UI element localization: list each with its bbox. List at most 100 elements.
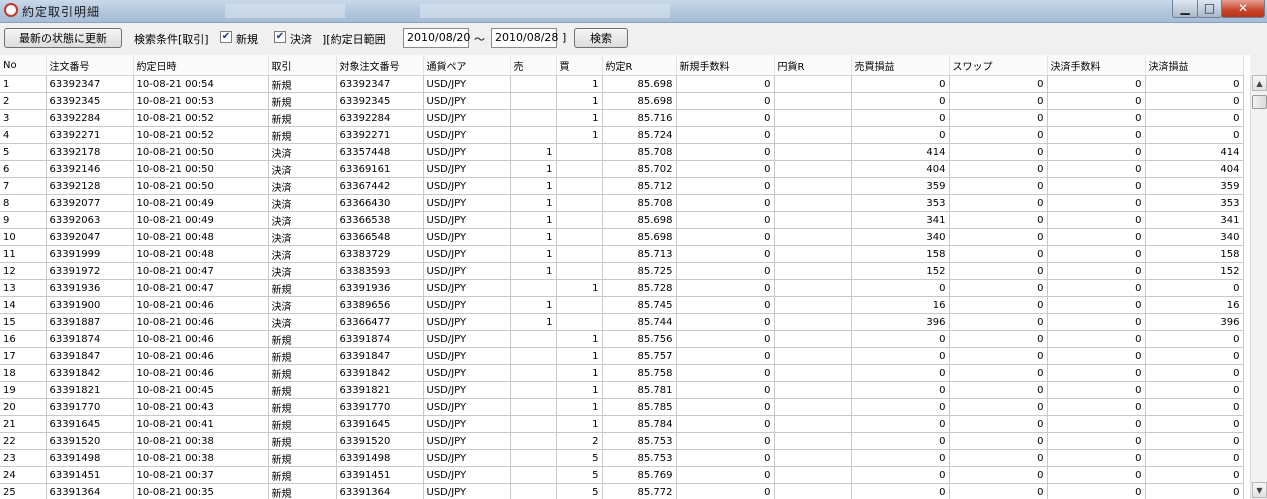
table-row[interactable]: 6 63392146 10-08-21 00:50 決済 63369161 USD/JPY… bbox=[0, 160, 1244, 178]
column-header-buy[interactable]: 買 bbox=[556, 55, 603, 76]
scroll-down-arrow-icon[interactable]: ▼ bbox=[1252, 482, 1267, 498]
table-row[interactable]: 9 63392063 10-08-21 00:49 決済 63366538 USD/JPY… bbox=[0, 211, 1244, 229]
cell-buy bbox=[556, 160, 603, 178]
date-range-label: ][約定日範囲 bbox=[322, 33, 386, 46]
date-to-field[interactable]: 2010/08/28 bbox=[491, 28, 558, 48]
cell-trading-pl: 152 bbox=[851, 262, 950, 280]
table-row[interactable]: 19 63391821 10-08-21 00:45 新規 63391821 USD/JP… bbox=[0, 381, 1244, 399]
vertical-scrollbar[interactable]: ▲ ▼ bbox=[1250, 75, 1267, 499]
table-row[interactable]: 17 63391847 10-08-21 00:46 新規 63391847 USD/JP… bbox=[0, 347, 1244, 365]
table-row[interactable]: 10 63392047 10-08-21 00:48 決済 63366548 USD/JP… bbox=[0, 228, 1244, 246]
cell-exec-time: 10-08-21 00:54 bbox=[133, 75, 269, 93]
table-row[interactable]: 25 63391364 10-08-21 00:35 新規 63391364 USD/JP… bbox=[0, 483, 1244, 499]
cell-buy bbox=[556, 228, 603, 246]
cell-sell: 1 bbox=[510, 143, 557, 161]
cell-order-no: 63391821 bbox=[46, 381, 134, 399]
table-row[interactable]: 11 63391999 10-08-21 00:48 決済 63383729 USD/JP… bbox=[0, 245, 1244, 263]
table-row[interactable]: 7 63392128 10-08-21 00:50 決済 63367442 USD/JPY… bbox=[0, 177, 1244, 195]
table-row[interactable]: 12 63391972 10-08-21 00:47 決済 63383593 USD/JP… bbox=[0, 262, 1244, 280]
cell-trading-pl: 0 bbox=[851, 109, 950, 127]
cell-exec-time: 10-08-21 00:49 bbox=[133, 211, 269, 229]
range-close-bracket: ] bbox=[562, 31, 567, 44]
cell-buy: 1 bbox=[556, 398, 603, 416]
cell-settle-fee: 0 bbox=[1047, 330, 1146, 348]
cell-jpy-rate bbox=[774, 211, 852, 229]
search-button[interactable]: 検索 bbox=[574, 28, 628, 48]
cell-swap: 0 bbox=[949, 449, 1048, 467]
table-row[interactable]: 23 63391498 10-08-21 00:38 新規 63391498 USD/JP… bbox=[0, 449, 1244, 467]
cell-exec-rate: 85.769 bbox=[602, 466, 677, 484]
cell-target-order-no: 63391821 bbox=[336, 381, 424, 399]
cell-trade-type: 新規 bbox=[268, 92, 337, 110]
table-row[interactable]: 16 63391874 10-08-21 00:46 新規 63391874 USD/JP… bbox=[0, 330, 1244, 348]
cell-exec-rate: 85.702 bbox=[602, 160, 677, 178]
table-row[interactable]: 5 63392178 10-08-21 00:50 決済 63357448 USD/JPY… bbox=[0, 143, 1244, 161]
cell-swap: 0 bbox=[949, 245, 1048, 263]
table-row[interactable]: 20 63391770 10-08-21 00:43 新規 63391770 USD/JP… bbox=[0, 398, 1244, 416]
cell-currency-pair: USD/JPY bbox=[423, 126, 511, 144]
table-row[interactable]: 21 63391645 10-08-21 00:41 新規 63391645 USD/JP… bbox=[0, 415, 1244, 433]
table-row[interactable]: 3 63392284 10-08-21 00:52 新規 63392284 USD/JPY… bbox=[0, 109, 1244, 127]
scroll-thumb[interactable] bbox=[1252, 95, 1267, 109]
cell-order-no: 63392271 bbox=[46, 126, 134, 144]
cell-currency-pair: USD/JPY bbox=[423, 415, 511, 433]
column-header-exec-rate[interactable]: 約定R bbox=[602, 55, 677, 76]
column-header-settle-fee[interactable]: 決済手数料 bbox=[1047, 55, 1146, 76]
column-header-currency-pair[interactable]: 通貨ペア bbox=[423, 55, 511, 76]
trade-table-container[interactable]: No 注文番号 約定日時 取引 対象注文番号 通貨ペア売買約定R 新規手数料 円貨R 売買損益ス… bbox=[0, 55, 1250, 499]
refresh-button[interactable]: 最新の状態に更新 bbox=[4, 28, 122, 48]
table-row[interactable]: 1 63392347 10-08-21 00:54 新規 63392347 USD/JPY… bbox=[0, 75, 1244, 93]
settle-trade-checkbox[interactable]: ✔ bbox=[274, 31, 286, 43]
cell-buy bbox=[556, 245, 603, 263]
minimize-button[interactable]: ▁ bbox=[1172, 0, 1198, 18]
column-header-sell[interactable]: 売 bbox=[510, 55, 557, 76]
cell-currency-pair: USD/JPY bbox=[423, 466, 511, 484]
maximize-button[interactable]: □ bbox=[1197, 0, 1222, 18]
table-row[interactable]: 4 63392271 10-08-21 00:52 新規 63392271 USD/JPY… bbox=[0, 126, 1244, 144]
cell-order-no: 63392284 bbox=[46, 109, 134, 127]
column-header-order-no[interactable]: 注文番号 bbox=[46, 55, 134, 76]
column-header-exec-time[interactable]: 約定日時 bbox=[133, 55, 269, 76]
cell-target-order-no: 63366430 bbox=[336, 194, 424, 212]
cell-exec-time: 10-08-21 00:53 bbox=[133, 92, 269, 110]
cell-buy: 2 bbox=[556, 432, 603, 450]
table-row[interactable]: 18 63391842 10-08-21 00:46 新規 63391842 USD/JP… bbox=[0, 364, 1244, 382]
scroll-up-arrow-icon[interactable]: ▲ bbox=[1252, 75, 1267, 91]
cell-exec-rate: 85.781 bbox=[602, 381, 677, 399]
column-header-trading-pl[interactable]: 売買損益 bbox=[851, 55, 950, 76]
table-row[interactable]: 2 63392345 10-08-21 00:53 新規 63392345 USD/JPY… bbox=[0, 92, 1244, 110]
column-header-no[interactable]: No bbox=[0, 55, 47, 76]
table-row[interactable]: 15 63391887 10-08-21 00:46 決済 63366477 USD/JP… bbox=[0, 313, 1244, 331]
table-row[interactable]: 8 63392077 10-08-21 00:49 決済 63366430 USD/JPY… bbox=[0, 194, 1244, 212]
table-row[interactable]: 14 63391900 10-08-21 00:46 決済 63389656 USD/JP… bbox=[0, 296, 1244, 314]
column-header-new-fee[interactable]: 新規手数料 bbox=[676, 55, 775, 76]
new-trade-checkbox[interactable]: ✔ bbox=[220, 31, 232, 43]
cell-swap: 0 bbox=[949, 211, 1048, 229]
column-header-swap[interactable]: スワップ bbox=[949, 55, 1048, 76]
scrollbar-corner bbox=[1250, 55, 1267, 75]
window-title: 約定取引明細 bbox=[22, 5, 101, 19]
cell-new-fee: 0 bbox=[676, 432, 775, 450]
cell-exec-rate: 85.698 bbox=[602, 75, 677, 93]
close-button[interactable]: ✕ bbox=[1221, 0, 1265, 18]
cell-exec-time: 10-08-21 00:50 bbox=[133, 177, 269, 195]
cell-swap: 0 bbox=[949, 109, 1048, 127]
cell-trading-pl: 0 bbox=[851, 449, 950, 467]
cell-buy: 1 bbox=[556, 109, 603, 127]
column-header-jpy-rate[interactable]: 円貨R bbox=[774, 55, 852, 76]
cell-currency-pair: USD/JPY bbox=[423, 262, 511, 280]
cell-swap: 0 bbox=[949, 364, 1048, 382]
cell-swap: 0 bbox=[949, 194, 1048, 212]
cell-no: 17 bbox=[0, 347, 47, 365]
date-from-field[interactable]: 2010/08/20 bbox=[403, 28, 470, 48]
cell-no: 6 bbox=[0, 160, 47, 178]
cell-sell bbox=[510, 398, 557, 416]
table-row[interactable]: 24 63391451 10-08-21 00:37 新規 63391451 USD/JP… bbox=[0, 466, 1244, 484]
cell-trading-pl: 396 bbox=[851, 313, 950, 331]
column-header-target-order-no[interactable]: 対象注文番号 bbox=[336, 55, 424, 76]
cell-target-order-no: 63391364 bbox=[336, 483, 424, 499]
table-row[interactable]: 22 63391520 10-08-21 00:38 新規 63391520 USD/JP… bbox=[0, 432, 1244, 450]
column-header-trade-type[interactable]: 取引 bbox=[268, 55, 337, 76]
column-header-settle-pl[interactable]: 決済損益 bbox=[1145, 55, 1244, 76]
table-row[interactable]: 13 63391936 10-08-21 00:47 新規 63391936 USD/JP… bbox=[0, 279, 1244, 297]
